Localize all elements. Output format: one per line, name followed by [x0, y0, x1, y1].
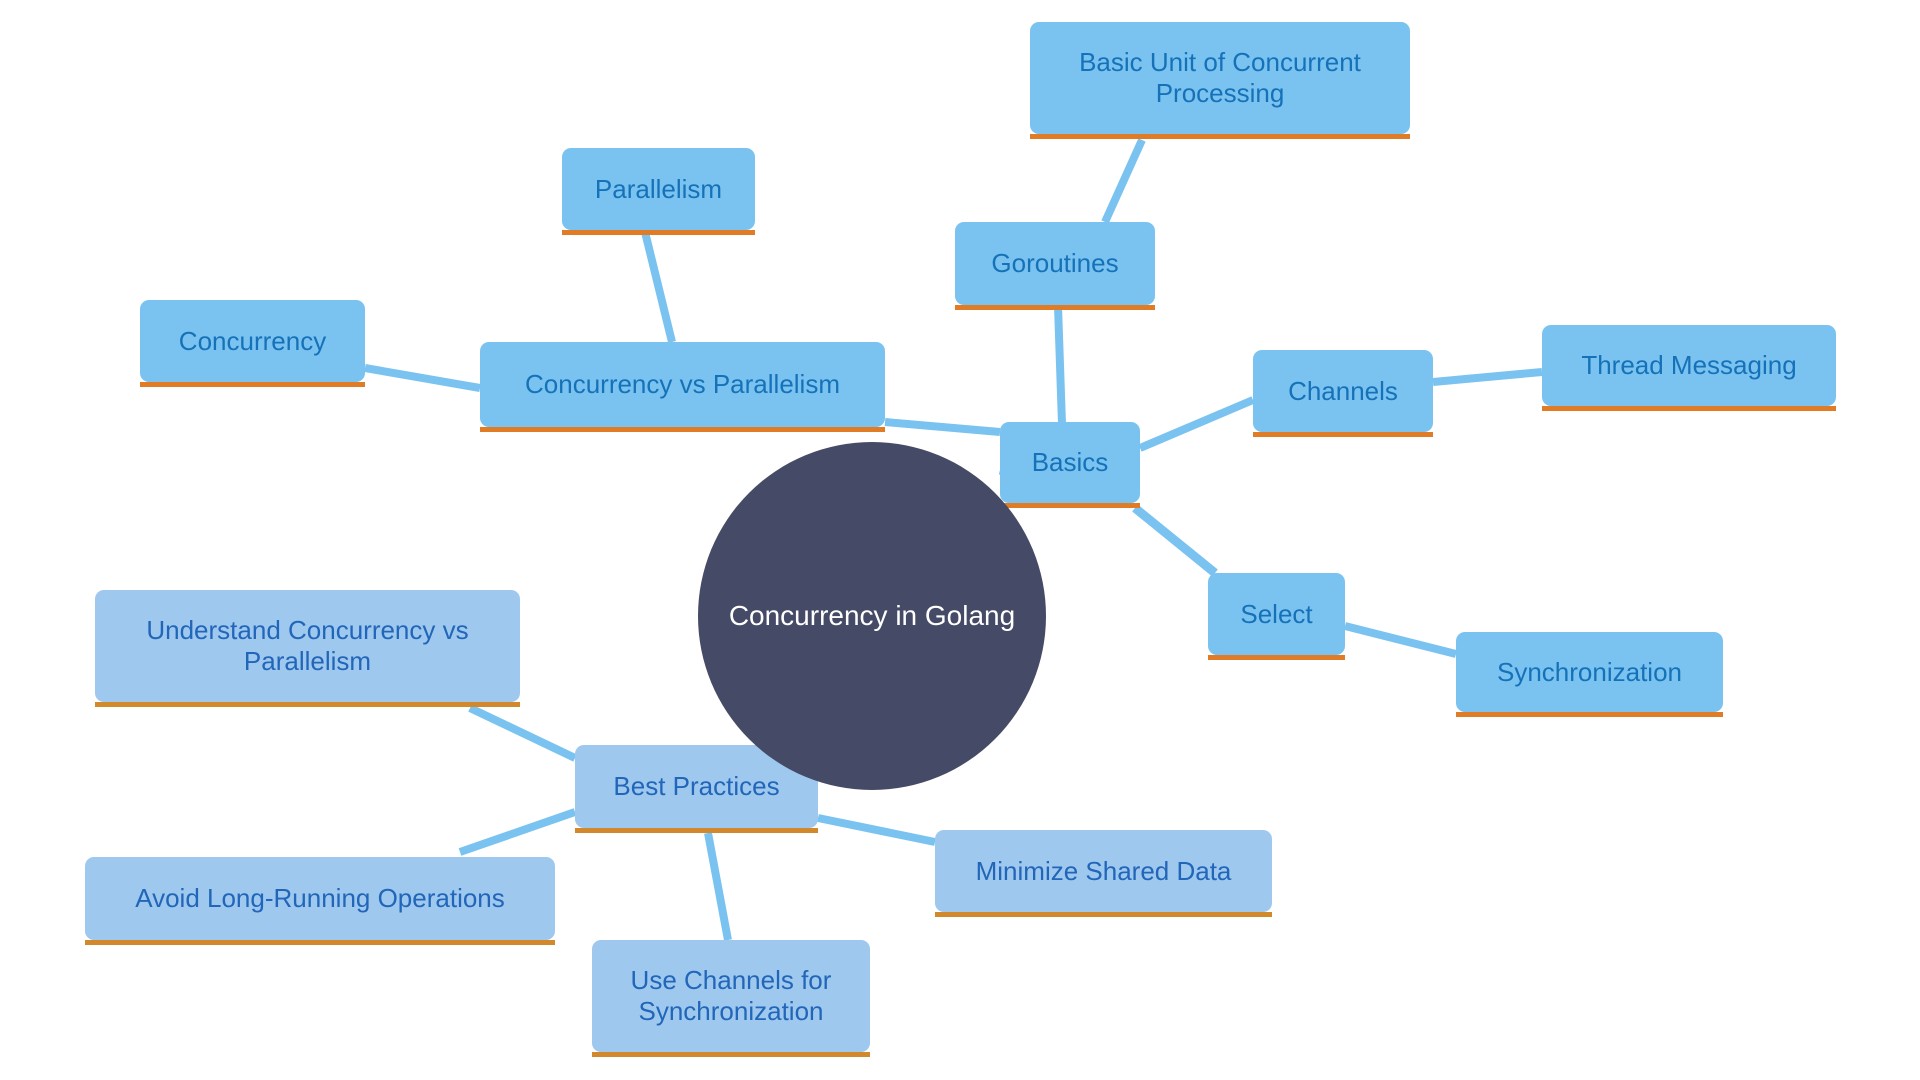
- central-topic-label: Concurrency in Golang: [728, 600, 1016, 631]
- topic-node-basics[interactable]: Basics: [1000, 422, 1140, 508]
- topic-node-label-understand-cvp: Understand Concurrency vs Parallelism: [146, 615, 469, 676]
- topic-node-parallelism[interactable]: Parallelism: [562, 148, 755, 235]
- topic-node-understand-cvp[interactable]: Understand Concurrency vs Parallelism: [95, 590, 520, 707]
- topic-node-label-use-channels-sync: Use Channels for Synchronization: [630, 965, 832, 1026]
- topic-node-label-basic-unit: Basic Unit of Concurrent Processing: [1079, 47, 1361, 108]
- mind-map-canvas: Basics Goroutines Basic Unit of Concurrent…: [0, 0, 1920, 1080]
- edge-conc-vs-par-to-parallelism: [641, 231, 676, 343]
- edge-select-to-synchronization: [1344, 622, 1457, 658]
- topic-node-select[interactable]: Select: [1208, 573, 1345, 660]
- topic-node-thread-messaging[interactable]: Thread Messaging: [1542, 325, 1836, 411]
- topic-node-channels[interactable]: Channels: [1253, 350, 1433, 437]
- topic-node-label-parallelism: Parallelism: [594, 173, 723, 204]
- topic-node-label-goroutines: Goroutines: [991, 248, 1119, 279]
- edge-goroutines-to-basic-unit: [1101, 138, 1146, 224]
- topic-node-use-channels-sync[interactable]: Use Channels for Synchronization: [592, 940, 870, 1057]
- topic-node-label-conc-vs-par: Concurrency vs Parallelism: [525, 369, 840, 400]
- topic-node-label-synchronization: Synchronization: [1497, 656, 1682, 687]
- topic-node-goroutines[interactable]: Goroutines: [955, 222, 1155, 310]
- edge-basics-to-goroutines: [1054, 305, 1066, 425]
- topic-node-label-concurrency: Concurrency: [178, 325, 327, 356]
- topic-node-avoid-long-running[interactable]: Avoid Long-Running Operations: [85, 857, 555, 945]
- topic-node-basic-unit[interactable]: Basic Unit of Concurrent Processing: [1030, 22, 1410, 139]
- topic-node-label-best-practices: Best Practices: [613, 771, 780, 802]
- topic-node-minimize-shared-data[interactable]: Minimize Shared Data: [935, 830, 1272, 917]
- edge-basics-to-channels: [1138, 396, 1255, 452]
- topic-node-label-avoid-long-running: Avoid Long-Running Operations: [135, 883, 505, 914]
- topic-node-synchronization[interactable]: Synchronization: [1456, 632, 1723, 717]
- edge-best-practices-to-understand-cvp: [468, 704, 577, 762]
- topic-node-label-select: Select: [1240, 598, 1313, 629]
- topic-node-concurrency[interactable]: Concurrency: [140, 300, 365, 387]
- central-topic-node[interactable]: Concurrency in Golang: [698, 442, 1046, 790]
- edge-conc-vs-par-to-concurrency: [364, 364, 481, 392]
- topic-node-label-minimize-shared-data: Minimize Shared Data: [975, 855, 1232, 886]
- edge-best-practices-to-use-channels-sync: [704, 832, 732, 941]
- edge-basics-to-conc-vs-par: [884, 418, 1001, 436]
- edge-best-practices-to-minimize-shared-data: [817, 814, 936, 846]
- edge-basics-to-select: [1132, 504, 1218, 577]
- topic-node-conc-vs-par[interactable]: Concurrency vs Parallelism: [480, 342, 885, 432]
- edge-channels-to-thread-messaging: [1432, 368, 1543, 386]
- topic-node-label-basics: Basics: [1031, 447, 1109, 478]
- topic-node-label-thread-messaging: Thread Messaging: [1581, 350, 1797, 381]
- topic-node-label-channels: Channels: [1288, 375, 1398, 406]
- edge-best-practices-to-avoid-long-running: [458, 808, 577, 856]
